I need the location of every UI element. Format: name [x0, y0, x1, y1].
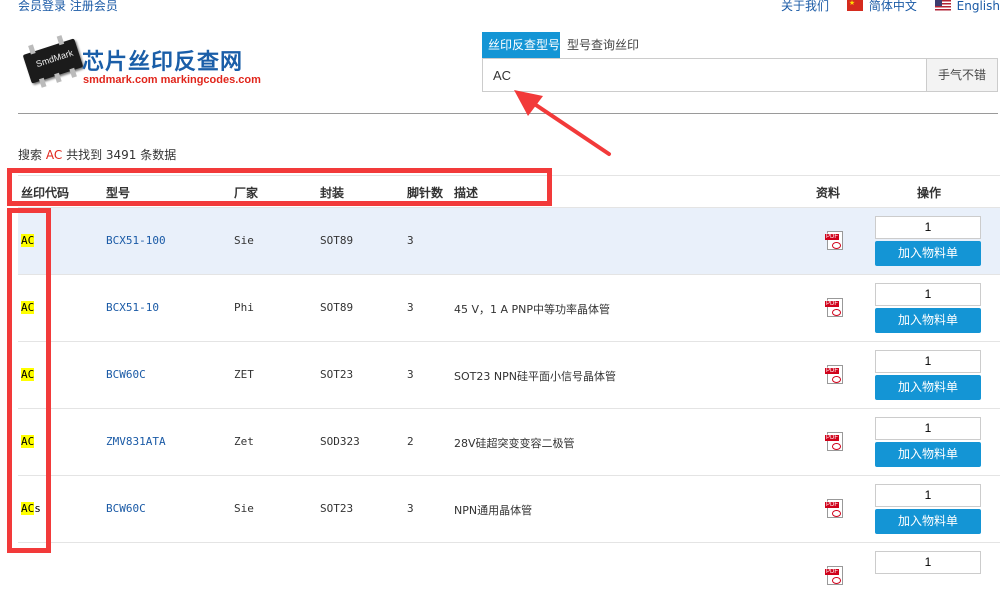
member-links: 会员登录 注册会员 — [18, 0, 118, 14]
add-to-bom-button[interactable]: 加入物料单 — [875, 308, 981, 333]
lang-en-link[interactable]: English — [957, 0, 1000, 13]
search-input[interactable] — [491, 59, 915, 91]
search-box — [482, 58, 927, 92]
model-link[interactable]: BCX51-100 — [106, 234, 166, 247]
table-row: AC BCW60C ZET SOT23 3 SOT23 NPN硅平面小信号晶体管… — [18, 341, 1000, 408]
manufacturer: ZET — [234, 368, 254, 381]
code-column-highlight-box — [7, 208, 51, 553]
pdf-icon[interactable] — [825, 365, 843, 384]
logo-title: 芯片丝印反查网 — [82, 50, 244, 75]
us-flag-icon — [934, 0, 951, 11]
site-links: 关于我们 简体中文 English — [767, 0, 1000, 14]
pin-count: 3 — [407, 234, 414, 247]
table-row: AC ZMV831ATA Zet SOD323 2 28V硅超突变变容二极管 1… — [18, 408, 1000, 475]
pin-count: 3 — [407, 502, 414, 515]
quantity-input[interactable]: 1 — [875, 484, 981, 507]
result-suffix: 条数据 — [140, 148, 177, 162]
model-link[interactable]: BCW60C — [106, 502, 146, 515]
result-keyword: AC — [45, 148, 63, 162]
table-row: ACs BCW60C Sie SOT23 3 NPN通用晶体管 1 加入物料单 — [18, 475, 1000, 542]
header-datasheet: 资料 — [816, 186, 841, 200]
pdf-icon[interactable] — [825, 499, 843, 518]
chip-icon: SmdMark — [22, 35, 84, 88]
table-row: AC BCX51-10 Phi SOT89 3 45 V，1 A PNP中等功率… — [18, 274, 1000, 341]
model-link[interactable]: BCW60C — [106, 368, 146, 381]
manufacturer: Sie — [234, 234, 254, 247]
table-row: 1 — [18, 542, 1000, 609]
add-to-bom-button[interactable]: 加入物料单 — [875, 509, 981, 534]
description: 45 V，1 A PNP中等功率晶体管 — [454, 303, 611, 316]
header-action: 操作 — [917, 186, 942, 200]
lucky-button[interactable]: 手气不错 — [927, 58, 998, 92]
package: SOT89 — [320, 234, 354, 247]
quantity-input[interactable]: 1 — [875, 283, 981, 306]
manufacturer: Phi — [234, 301, 254, 314]
pdf-icon[interactable] — [825, 231, 843, 250]
site-logo[interactable]: SmdMark 芯片丝印反查网 smdmark.com markingcodes… — [22, 35, 266, 90]
add-to-bom-button[interactable]: 加入物料单 — [875, 442, 981, 467]
logo-subtitle: smdmark.com markingcodes.com — [83, 74, 261, 86]
manufacturer: Sie — [234, 502, 254, 515]
tab-model-lookup[interactable]: 型号查询丝印 — [561, 32, 645, 58]
pin-count: 2 — [407, 435, 414, 448]
login-link[interactable]: 会员登录 — [18, 0, 66, 13]
pdf-icon[interactable] — [825, 298, 843, 317]
header-highlight-box — [7, 168, 552, 206]
package: SOT23 — [320, 368, 354, 381]
pdf-icon[interactable] — [825, 566, 843, 585]
model-link[interactable]: BCX51-10 — [106, 301, 159, 314]
quantity-input[interactable]: 1 — [875, 216, 981, 239]
table-row: AC BCX51-100 Sie SOT89 3 1 加入物料单 — [18, 207, 1000, 274]
package: SOT89 — [320, 301, 354, 314]
manufacturer: Zet — [234, 435, 254, 448]
china-flag-icon — [846, 0, 863, 11]
result-prefix: 搜索 — [18, 148, 43, 162]
pin-count: 3 — [407, 301, 414, 314]
quantity-input[interactable]: 1 — [875, 417, 981, 440]
chip-label: SmdMark — [34, 47, 75, 70]
add-to-bom-button[interactable]: 加入物料单 — [875, 375, 981, 400]
pdf-icon[interactable] — [825, 432, 843, 451]
package: SOD323 — [320, 435, 360, 448]
description: SOT23 NPN硅平面小信号晶体管 — [454, 370, 616, 383]
annotation-arrow-icon — [514, 90, 611, 156]
lang-cn-link[interactable]: 简体中文 — [869, 0, 917, 13]
pin-count: 3 — [407, 368, 414, 381]
package: SOT23 — [320, 502, 354, 515]
add-to-bom-button[interactable]: 加入物料单 — [875, 241, 981, 266]
register-link[interactable]: 注册会员 — [70, 0, 118, 13]
description: 28V硅超突变变容二极管 — [454, 437, 575, 450]
description: NPN通用晶体管 — [454, 504, 533, 517]
quantity-input[interactable]: 1 — [875, 350, 981, 373]
about-link[interactable]: 关于我们 — [781, 0, 829, 13]
result-count: 3491 — [105, 148, 137, 162]
model-link[interactable]: ZMV831ATA — [106, 435, 166, 448]
result-summary: 搜索 AC 共找到 3491 条数据 — [18, 146, 176, 163]
result-middle: 共找到 — [66, 148, 103, 162]
tab-marking-lookup[interactable]: 丝印反查型号 — [482, 32, 560, 58]
top-bar: 会员登录 注册会员 关于我们 简体中文 English — [0, 0, 1000, 14]
